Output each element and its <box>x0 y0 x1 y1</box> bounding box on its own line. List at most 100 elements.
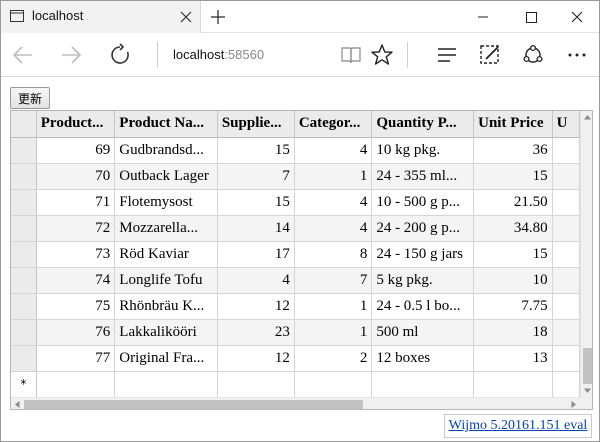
new-row[interactable]: * <box>11 371 580 397</box>
grid-cell[interactable] <box>552 137 580 164</box>
more-icon[interactable] <box>565 43 589 67</box>
grid-cell[interactable] <box>552 267 580 294</box>
grid-cell[interactable]: 17 <box>217 241 295 268</box>
top-left-cell[interactable] <box>11 111 37 138</box>
grid-cell[interactable]: 7 <box>217 163 295 190</box>
column-header[interactable]: Supplie... <box>217 111 295 138</box>
vertical-scrollbar[interactable] <box>580 111 593 397</box>
grid-cell[interactable]: 12 <box>217 293 295 320</box>
grid-cell[interactable]: 18 <box>473 319 553 346</box>
grid-cell[interactable]: 71 <box>36 189 116 216</box>
address-bar[interactable]: localhost:58560 <box>173 47 264 62</box>
favorite-star-icon[interactable] <box>370 43 394 67</box>
grid-cell[interactable]: 23 <box>217 319 295 346</box>
table-row[interactable]: 71 Flotemysost 15 4 10 - 500 g p... 21.50 <box>11 189 580 216</box>
grid-cell[interactable]: 4 <box>294 137 373 164</box>
grid-cell[interactable]: 15 <box>473 241 553 268</box>
grid-cell[interactable]: Flotemysost <box>114 189 218 216</box>
grid-cell[interactable] <box>552 371 580 397</box>
grid-cell[interactable]: 13 <box>473 345 553 372</box>
table-row[interactable]: 76 Lakkalikööri 23 1 500 ml 18 <box>11 319 580 346</box>
grid-cell[interactable]: 77 <box>36 345 116 372</box>
grid-cell[interactable]: 24 - 200 g p... <box>371 215 475 242</box>
grid-cell[interactable]: 36 <box>473 137 553 164</box>
grid-cell[interactable]: 10 - 500 g p... <box>371 189 475 216</box>
grid-cell[interactable] <box>473 371 553 397</box>
table-row[interactable]: 74 Longlife Tofu 4 7 5 kg pkg. 10 <box>11 267 580 294</box>
grid-cell[interactable] <box>217 371 295 397</box>
grid-cell[interactable]: Original Fra... <box>114 345 218 372</box>
close-tab-icon[interactable] <box>180 11 192 23</box>
grid-cell[interactable]: 24 - 0.5 l bo... <box>371 293 475 320</box>
grid-cell[interactable]: Röd Kaviar <box>114 241 218 268</box>
row-header[interactable] <box>11 267 37 294</box>
grid-cell[interactable]: 2 <box>294 345 373 372</box>
column-header[interactable]: Product... <box>36 111 116 138</box>
grid-cell[interactable]: 74 <box>36 267 116 294</box>
grid-cell[interactable] <box>371 371 475 397</box>
flex-grid[interactable]: Product... Product Na... Supplie... Cate… <box>10 110 593 410</box>
grid-cell[interactable]: 5 kg pkg. <box>371 267 475 294</box>
table-row[interactable]: 75 Rhönbräu K... 12 1 24 - 0.5 l bo... 7.75 <box>11 293 580 320</box>
grid-cell[interactable]: 70 <box>36 163 116 190</box>
grid-cell[interactable]: 1 <box>294 319 373 346</box>
grid-cell[interactable]: 24 - 150 g jars <box>371 241 475 268</box>
grid-cell[interactable]: Rhönbräu K... <box>114 293 218 320</box>
minimize-icon[interactable] <box>460 1 506 33</box>
table-row[interactable]: 72 Mozzarella... 14 4 24 - 200 g p... 34.80 <box>11 215 580 242</box>
back-arrow-icon[interactable] <box>11 43 35 67</box>
grid-cell[interactable]: 24 - 355 ml... <box>371 163 475 190</box>
grid-cell[interactable]: 15 <box>473 163 553 190</box>
grid-cell[interactable]: 15 <box>217 189 295 216</box>
grid-cell[interactable]: 12 boxes <box>371 345 475 372</box>
grid-cell[interactable]: 75 <box>36 293 116 320</box>
column-header[interactable]: U <box>552 111 580 138</box>
grid-cell[interactable]: 500 ml <box>371 319 475 346</box>
grid-cell[interactable] <box>294 371 373 397</box>
refresh-icon[interactable] <box>108 43 132 67</box>
grid-cell[interactable] <box>552 241 580 268</box>
grid-cell[interactable]: 10 <box>473 267 553 294</box>
row-header[interactable] <box>11 137 37 164</box>
grid-cell[interactable]: 34.80 <box>473 215 553 242</box>
horizontal-scrollbar[interactable] <box>11 397 580 410</box>
grid-cell[interactable] <box>36 371 116 397</box>
row-header[interactable] <box>11 189 37 216</box>
row-header[interactable] <box>11 241 37 268</box>
share-icon[interactable] <box>521 43 545 67</box>
grid-cell[interactable]: 14 <box>217 215 295 242</box>
table-row[interactable]: 70 Outback Lager 7 1 24 - 355 ml... 15 <box>11 163 580 190</box>
grid-cell[interactable]: 7 <box>294 267 373 294</box>
grid-cell[interactable]: Lakkalikööri <box>114 319 218 346</box>
hub-icon[interactable] <box>435 43 459 67</box>
column-header[interactable]: Quantity P... <box>371 111 475 138</box>
grid-cell[interactable] <box>552 189 580 216</box>
horizontal-scroll-thumb[interactable] <box>24 400 363 409</box>
grid-cell[interactable]: Longlife Tofu <box>114 267 218 294</box>
grid-cell[interactable]: 69 <box>36 137 116 164</box>
new-row-marker[interactable]: * <box>11 371 37 397</box>
grid-cell[interactable]: 73 <box>36 241 116 268</box>
grid-cell[interactable]: 8 <box>294 241 373 268</box>
row-header[interactable] <box>11 293 37 320</box>
table-row[interactable]: 77 Original Fra... 12 2 12 boxes 13 <box>11 345 580 372</box>
grid-cell[interactable]: 1 <box>294 293 373 320</box>
grid-cell[interactable]: 1 <box>294 163 373 190</box>
column-header[interactable]: Unit Price <box>473 111 553 138</box>
row-header[interactable] <box>11 345 37 372</box>
grid-cell[interactable]: Outback Lager <box>114 163 218 190</box>
update-button[interactable]: 更新 <box>10 87 50 109</box>
scroll-right-arrow-icon[interactable] <box>567 398 580 410</box>
table-row[interactable]: 69 Gudbrandsd... 15 4 10 kg pkg. 36 <box>11 137 580 164</box>
grid-cell[interactable] <box>552 293 580 320</box>
grid-cell[interactable]: Gudbrandsd... <box>114 137 218 164</box>
grid-cell[interactable]: 72 <box>36 215 116 242</box>
grid-cell[interactable]: 4 <box>294 215 373 242</box>
scroll-down-arrow-icon[interactable] <box>581 384 593 397</box>
forward-arrow-icon[interactable] <box>59 43 83 67</box>
close-window-icon[interactable] <box>554 1 600 33</box>
wijmo-eval-link[interactable]: Wijmo 5.20161.151 eval <box>444 414 592 438</box>
grid-cell[interactable] <box>552 345 580 372</box>
scroll-up-arrow-icon[interactable] <box>581 111 593 124</box>
grid-cell[interactable] <box>552 319 580 346</box>
